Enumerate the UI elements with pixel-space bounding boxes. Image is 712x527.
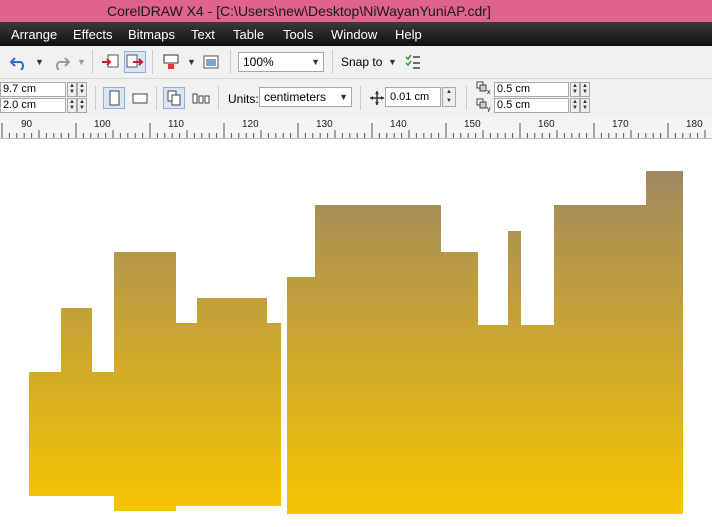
zoom-select[interactable]: 100% ▼ — [238, 52, 324, 72]
ruler-label: 180 — [686, 119, 703, 130]
welcome-screen-icon[interactable] — [200, 51, 222, 73]
dup-y-spin2-icon[interactable]: ▲ ▼ — [580, 98, 590, 113]
dup-x-spin2-icon[interactable]: ▲ ▼ — [580, 82, 590, 97]
menu-bitmaps[interactable]: Bitmaps — [128, 27, 175, 42]
all-pages-icon[interactable] — [163, 87, 185, 109]
svg-text:x: x — [487, 89, 491, 95]
units-value: centimeters — [264, 90, 327, 104]
menu-table[interactable]: Table — [233, 27, 264, 42]
menu-effects[interactable]: Effects — [73, 27, 113, 42]
application-launcher-icon[interactable] — [160, 51, 182, 73]
left-building-group[interactable] — [29, 252, 281, 511]
dup-y-spin-icon[interactable]: ▲ ▼ — [570, 98, 580, 113]
redo-icon[interactable] — [50, 51, 72, 73]
dup-x-spin-icon[interactable]: ▲ ▼ — [570, 82, 580, 97]
nudge-field[interactable]: 0.01 cm — [385, 87, 441, 107]
height-lock-icon[interactable]: ▲ ▼ — [77, 98, 87, 113]
units-select[interactable]: centimeters ▼ — [259, 87, 352, 107]
title-bar: CorelDRAW X4 - [C:\Users\new\Desktop\NiW… — [0, 0, 712, 22]
duplicate-y-field[interactable]: 0.5 cm — [494, 98, 569, 113]
ruler-label: 150 — [464, 119, 481, 130]
launcher-dropdown-icon[interactable]: ▼ — [187, 57, 196, 67]
standard-toolbar: ▼ ▼ ▼ 100% ▼ Snap to ▼ — [0, 46, 712, 79]
units-label: Units: — [228, 92, 259, 106]
redo-dropdown-icon[interactable]: ▼ — [77, 57, 86, 67]
current-page-icon[interactable] — [190, 87, 212, 109]
menu-window[interactable]: Window — [331, 27, 377, 42]
page-height-field[interactable]: 2.0 cm — [0, 98, 66, 113]
duplicate-x-icon: x — [475, 80, 493, 96]
chevron-down-icon: ▼ — [311, 57, 320, 67]
drawing-canvas[interactable] — [0, 139, 712, 527]
window-title: CorelDRAW X4 - [C:\Users\new\Desktop\NiW… — [107, 3, 491, 19]
page-width-field[interactable]: 9.7 cm — [0, 82, 66, 97]
ruler-label: 100 — [94, 119, 111, 130]
undo-dropdown-icon[interactable]: ▼ — [35, 57, 44, 67]
ruler-label: 170 — [612, 119, 629, 130]
right-building-group[interactable] — [287, 171, 683, 514]
ruler-label: 90 — [21, 119, 33, 130]
import-icon[interactable] — [99, 51, 121, 73]
menu-text[interactable]: Text — [191, 27, 215, 42]
menu-arrange[interactable]: Arrange — [11, 27, 57, 42]
nudge-spin-icon[interactable]: ▲ ▼ — [442, 87, 456, 107]
duplicate-y-icon: y — [475, 97, 493, 113]
ruler-label: 120 — [242, 119, 259, 130]
ruler-label: 110 — [168, 119, 184, 130]
snap-dropdown-icon[interactable]: ▼ — [388, 57, 397, 67]
duplicate-x-field[interactable]: 0.5 cm — [494, 82, 569, 97]
width-lock-icon[interactable]: ▲ ▼ — [77, 82, 87, 97]
height-spin-icon[interactable]: ▲ ▼ — [67, 98, 77, 113]
export-icon[interactable] — [124, 51, 146, 73]
ruler-label: 160 — [538, 119, 555, 130]
property-bar: 9.7 cm ▲ ▼ ▲ ▼ 2.0 cm ▲ ▼ ▲ ▼ Units: centime… — [0, 79, 712, 118]
horizontal-ruler[interactable]: 90 100 110 120 130 140 150 160 170 180 — [0, 117, 712, 139]
undo-icon[interactable] — [8, 51, 30, 73]
svg-text:y: y — [487, 106, 491, 112]
menu-help[interactable]: Help — [395, 27, 422, 42]
width-spin-icon[interactable]: ▲ ▼ — [67, 82, 77, 97]
ruler-label: 140 — [390, 119, 407, 130]
portrait-icon[interactable] — [103, 87, 125, 109]
snap-to-button[interactable]: Snap to — [341, 55, 382, 69]
menu-bar: Arrange Effects Bitmaps Text Table Tools… — [0, 22, 712, 46]
chevron-down-icon: ▼ — [339, 92, 348, 102]
snap-options-icon[interactable] — [402, 51, 424, 73]
menu-tools[interactable]: Tools — [283, 27, 313, 42]
zoom-value: 100% — [243, 55, 274, 69]
ruler-label: 130 — [316, 119, 333, 130]
city-skyline-drawing[interactable] — [0, 139, 712, 527]
landscape-icon[interactable] — [129, 87, 151, 109]
